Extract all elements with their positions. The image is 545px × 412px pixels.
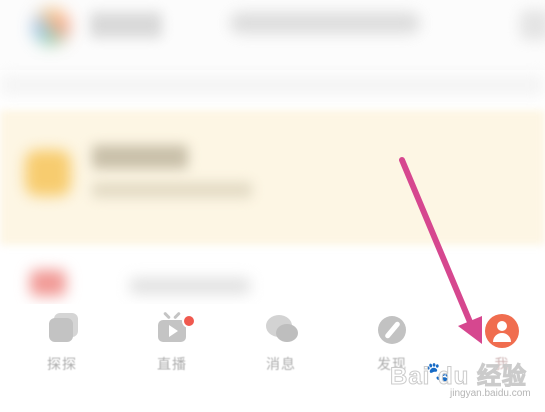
watermark-brand: Bai du 经验 [389, 363, 528, 391]
annotation-arrow [399, 157, 482, 344]
baidu-watermark: 🐾 Bai du 经验 jingyan.baidu.com [389, 352, 545, 412]
watermark-site: jingyan.baidu.com [450, 388, 531, 399]
